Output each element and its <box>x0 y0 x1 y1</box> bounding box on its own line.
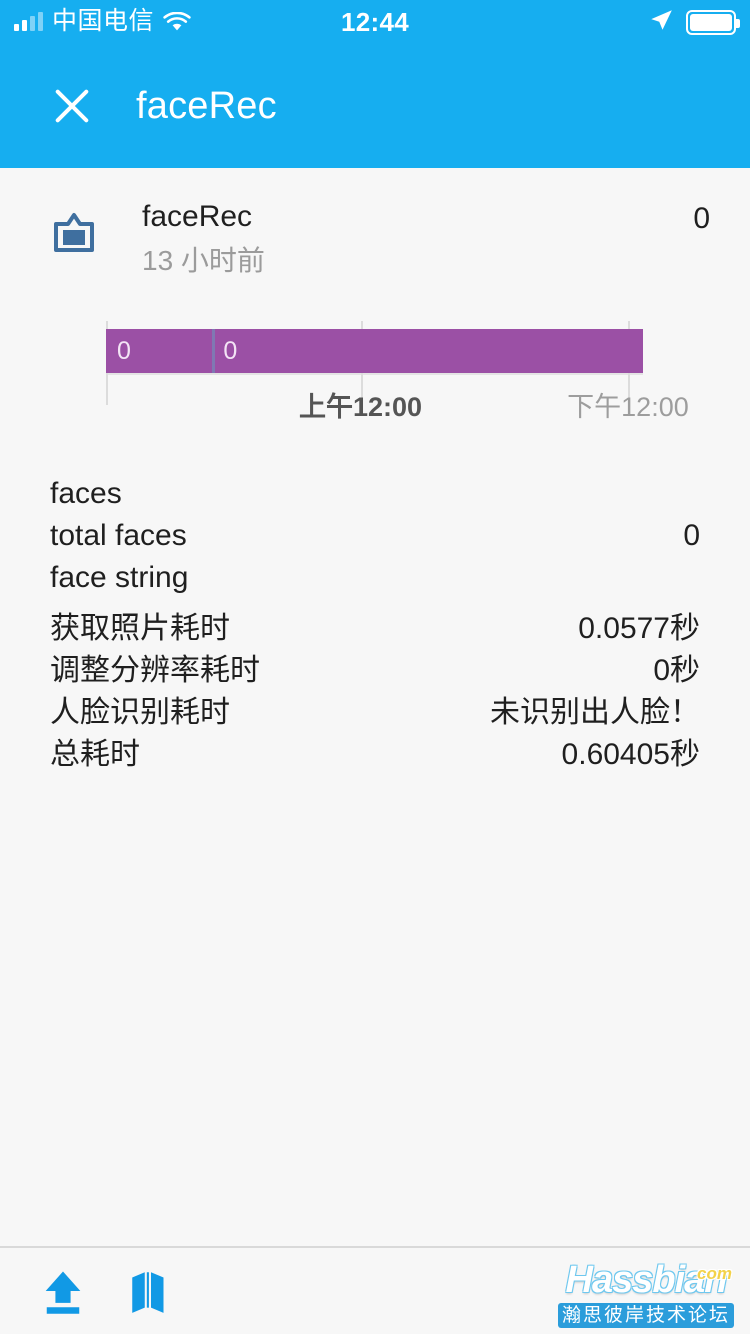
detail-row: total faces 0 <box>50 519 700 559</box>
status-bar: 中国电信 12:44 <box>0 0 750 44</box>
usage-timeline-chart[interactable]: 0 0 上午12:00 下午12:00 <box>0 313 750 443</box>
status-bar-right <box>648 0 740 44</box>
close-icon <box>55 89 89 123</box>
detail-value: 0.0577秒 <box>578 612 700 646</box>
chart-x-tick-label: 下午12:00 <box>567 392 689 423</box>
detail-value: 0.60405秒 <box>561 738 700 772</box>
chart-x-axis-labels: 上午12:00 下午12:00 <box>106 385 689 429</box>
detail-list: faces total faces 0 face string 获取照片耗时 0.0577… <box>0 477 750 771</box>
detail-value: 0秒 <box>653 654 700 688</box>
detail-row: 获取照片耗时 0.0577秒 <box>50 603 700 645</box>
watermark-brand: Hassbian com <box>558 1258 734 1302</box>
detail-value: 未识别出人脸！ <box>490 696 700 730</box>
page-title: faceRec <box>136 85 277 127</box>
app-time-label: 13 小时前 <box>142 244 265 276</box>
close-button[interactable] <box>40 74 104 138</box>
detail-key: face string <box>50 561 189 595</box>
chart-bar-label: 0 <box>117 336 131 365</box>
app-summary-header[interactable]: faceRec 13 小时前 0 <box>0 168 750 279</box>
picture-frame-icon <box>50 208 98 256</box>
upload-icon <box>45 1271 81 1314</box>
chart-x-tick-label: 上午12:00 <box>299 392 423 423</box>
status-bar-clock: 12:44 <box>0 0 750 44</box>
app-bar: faceRec <box>0 44 750 168</box>
phone-screen: 中国电信 12:44 faceRec faceRec 13 小时前 0 0 0 … <box>0 0 750 1334</box>
detail-row: face string <box>50 561 700 601</box>
detail-key: 总耗时 <box>50 738 140 772</box>
detail-key: 调整分辨率耗时 <box>50 654 260 688</box>
detail-value: 0 <box>683 519 700 553</box>
detail-row: 总耗时 0.60405秒 <box>50 729 700 771</box>
location-arrow-icon <box>648 7 674 38</box>
detail-row: faces <box>50 477 700 517</box>
chart-axis-line <box>106 373 643 376</box>
chart-bar-label: 0 <box>223 336 238 365</box>
app-total-value: 0 <box>693 202 710 235</box>
watermark-subtitle: 瀚思彼岸技术论坛 <box>558 1303 734 1328</box>
detail-key: faces <box>50 477 122 511</box>
map-icon <box>132 1272 164 1313</box>
upload-button[interactable] <box>34 1262 92 1320</box>
battery-full-icon <box>686 9 740 35</box>
watermark: Hassbian com 瀚思彼岸技术论坛 <box>558 1258 734 1328</box>
detail-key: total faces <box>50 519 187 553</box>
chart-bar-divider <box>212 329 216 374</box>
detail-row: 调整分辨率耗时 0秒 <box>50 645 700 687</box>
app-summary-text: faceRec 13 小时前 <box>142 198 693 279</box>
map-button[interactable] <box>122 1262 180 1320</box>
content-area: faceRec 13 小时前 0 0 0 上午12:00 下午12:00 faces… <box>0 168 750 1248</box>
chart-bar-segment[interactable] <box>212 329 643 374</box>
detail-row: 人脸识别耗时 未识别出人脸！ <box>50 687 700 729</box>
chart-plot-area: 0 0 上午12:00 下午12:00 <box>106 313 689 422</box>
app-name-label: faceRec <box>142 200 253 233</box>
detail-key: 人脸识别耗时 <box>50 696 230 730</box>
detail-key: 获取照片耗时 <box>50 612 230 646</box>
watermark-tld: com <box>697 1264 732 1283</box>
clock-label: 12:44 <box>341 6 409 37</box>
